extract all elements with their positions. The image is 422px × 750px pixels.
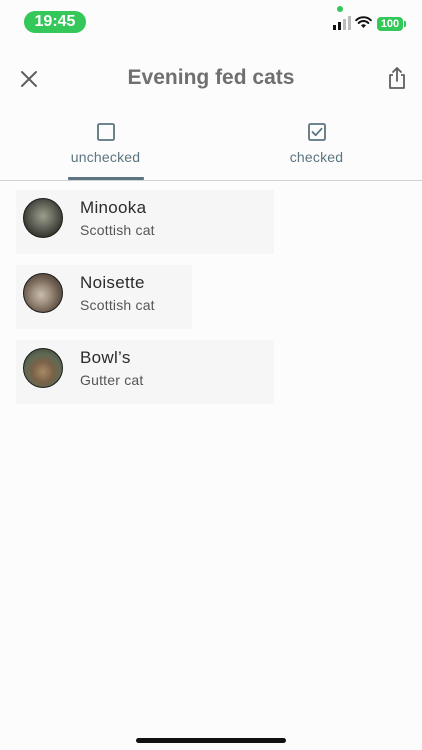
wifi-icon <box>355 16 372 28</box>
checkbox-checked-icon <box>307 123 326 141</box>
privacy-indicator-dot <box>337 6 343 12</box>
page-title: Evening fed cats <box>127 66 295 89</box>
cat-breed: Gutter cat <box>80 372 144 388</box>
cat-name: Noisette <box>80 273 145 292</box>
avatar <box>23 348 63 388</box>
avatar <box>23 273 63 313</box>
cat-breed: Scottish cat <box>80 297 155 313</box>
share-icon <box>389 67 405 89</box>
cellular-signal-icon <box>333 16 351 30</box>
share-button[interactable] <box>382 62 412 94</box>
cat-name: Bowl’s <box>80 348 131 367</box>
tab-label-unchecked: unchecked <box>70 149 141 165</box>
tab-bar: unchecked checked <box>0 112 422 181</box>
cat-breed: Scottish cat <box>80 222 155 238</box>
list-item[interactable]: Bowl’s Gutter cat <box>0 334 422 409</box>
battery-indicator: 100 <box>377 17 403 31</box>
tab-unchecked[interactable]: unchecked <box>0 112 211 180</box>
tab-selected-indicator <box>68 177 144 180</box>
tab-checked[interactable]: checked <box>211 112 422 180</box>
cat-name: Minooka <box>80 198 147 217</box>
status-time: 19:45 <box>24 11 86 33</box>
list-item[interactable]: Minooka Scottish cat <box>0 184 422 259</box>
checkbox-empty-icon <box>96 123 115 141</box>
home-indicator[interactable] <box>136 738 286 743</box>
navigation-header: Evening fed cats <box>0 52 422 104</box>
list-item[interactable]: Noisette Scottish cat <box>0 259 422 334</box>
close-button[interactable] <box>14 64 44 94</box>
battery-cap <box>404 21 406 27</box>
tab-label-checked: checked <box>289 149 344 165</box>
avatar <box>23 198 63 238</box>
cat-list: Minooka Scottish cat Noisette Scottish c… <box>0 184 422 409</box>
status-bar: 19:45 100 <box>0 0 422 44</box>
close-icon <box>21 71 37 87</box>
